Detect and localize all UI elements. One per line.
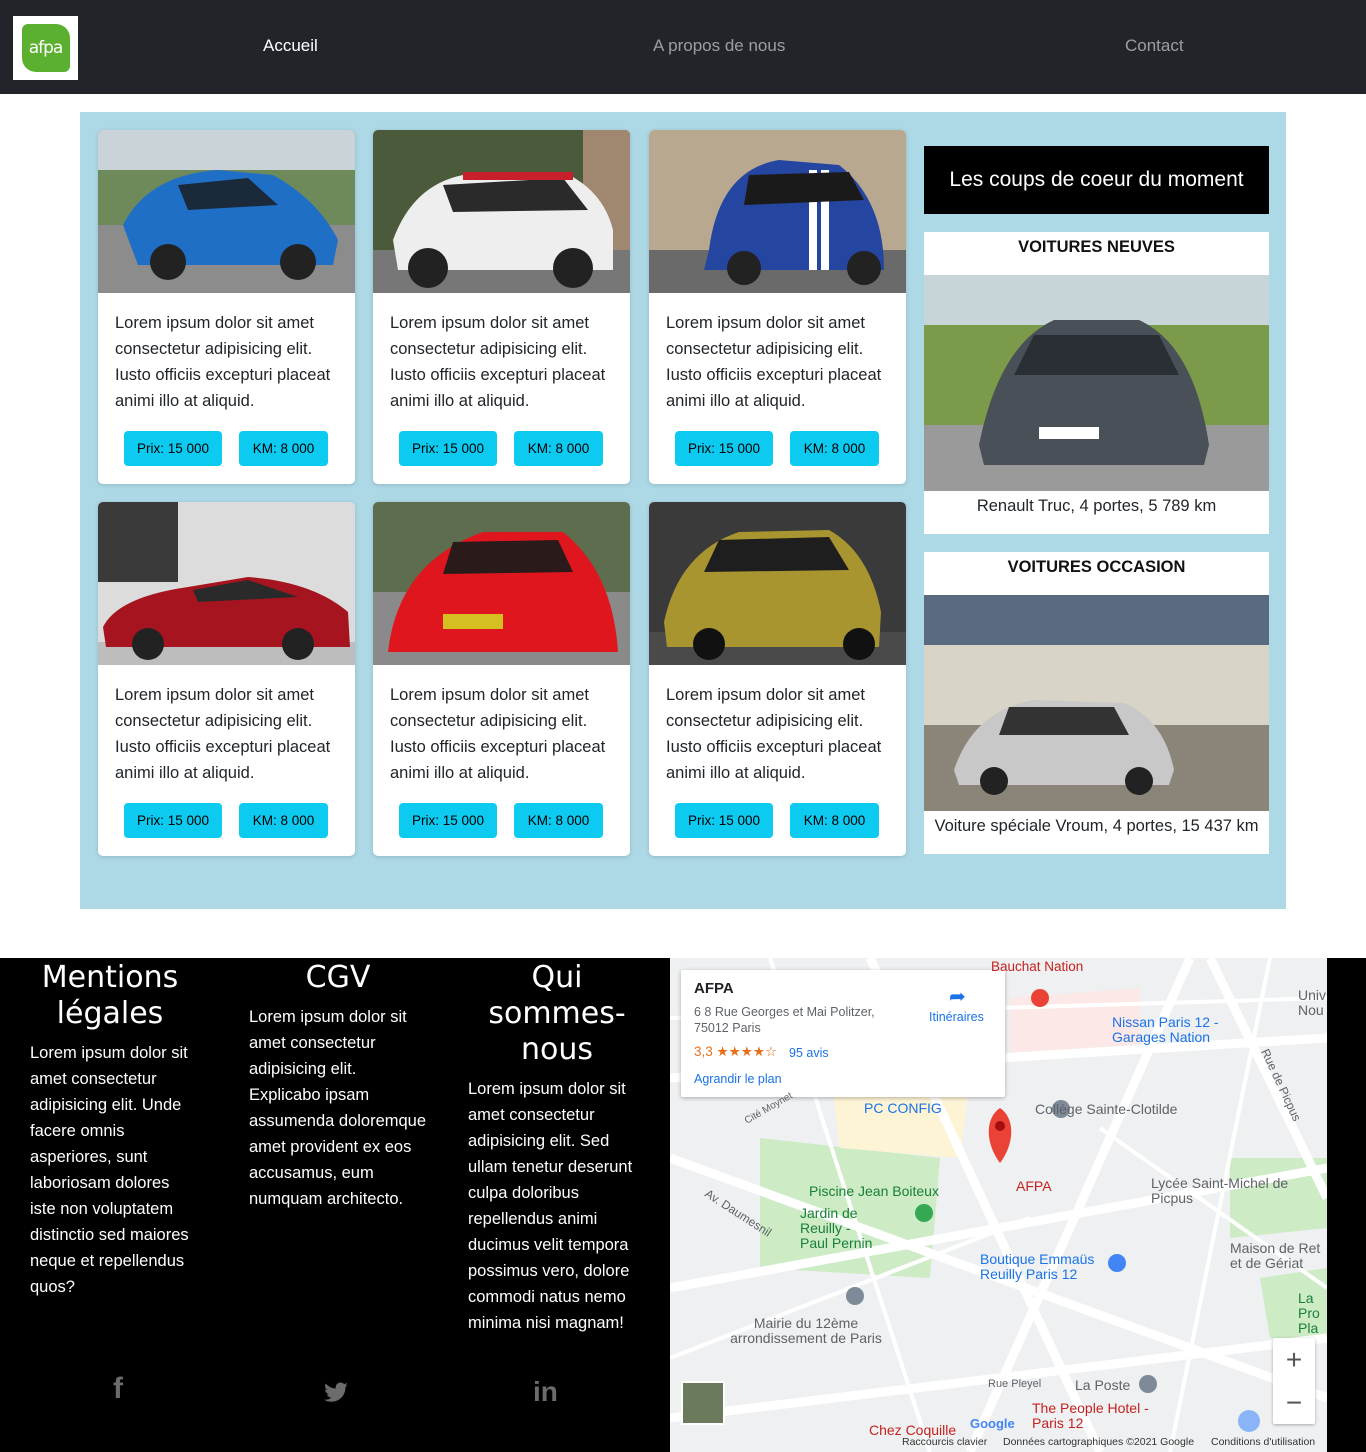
- map-label: Univ Nou: [1298, 987, 1327, 1018]
- map-label: Jardin de Reuilly - Paul Pernin: [800, 1205, 873, 1251]
- map-place-name: AFPA: [694, 980, 734, 997]
- google-map[interactable]: AFPA 6 8 Rue Georges et Mai Politzer, 75…: [670, 958, 1327, 1452]
- km-button[interactable]: KM: 8 000: [239, 803, 328, 838]
- price-button[interactable]: Prix: 15 000: [124, 431, 222, 466]
- map-label: Lycée Saint-Michel de Picpus: [1151, 1175, 1289, 1206]
- map-label: Piscine Jean Boiteux: [809, 1183, 939, 1199]
- linkedin-icon[interactable]: in: [533, 1376, 558, 1408]
- nav-link-contact[interactable]: Contact: [1125, 36, 1184, 56]
- map-label: La Poste: [1075, 1377, 1131, 1393]
- car-card: Lorem ipsum dolor sit amet consectetur a…: [98, 502, 355, 856]
- map-rating: 3,3 ★★★★☆: [694, 1044, 778, 1059]
- footer-title-mentions: Mentions légales: [41, 960, 179, 1031]
- km-button[interactable]: KM: 8 000: [239, 431, 328, 466]
- km-button[interactable]: KM: 8 000: [790, 431, 879, 466]
- footer-col-cgv: CGV Lorem ipsum dolor sit amet consectet…: [249, 960, 427, 1212]
- used-cars-heading: VOITURES OCCASION: [1007, 558, 1186, 576]
- map-street-label: Rue Pleyel: [988, 1378, 1042, 1390]
- directions-icon[interactable]: ➦: [949, 984, 966, 1009]
- car-image-white-citroen: [373, 130, 630, 293]
- map-label: AFPA: [1016, 1178, 1052, 1194]
- car-description: Lorem ipsum dolor sit amet consectetur a…: [666, 686, 882, 782]
- map-place-address: 6 8 Rue Georges et Mai Politzer, 75012 P…: [694, 1005, 875, 1035]
- navbar: afpa Accueil A propos de nous Contact: [0, 0, 1366, 94]
- map-place-card: AFPA 6 8 Rue Georges et Mai Politzer, 75…: [681, 970, 1005, 1097]
- car-image-yellow-toyota: [649, 502, 906, 665]
- price-button[interactable]: Prix: 15 000: [124, 803, 222, 838]
- car-description: Lorem ipsum dolor sit amet consectetur a…: [390, 686, 606, 782]
- footer-title-cgv: CGV: [305, 960, 371, 995]
- price-button[interactable]: Prix: 15 000: [675, 803, 773, 838]
- car-description: Lorem ipsum dolor sit amet consectetur a…: [115, 314, 331, 410]
- map-label: PC CONFIG: [864, 1100, 942, 1116]
- price-button[interactable]: Prix: 15 000: [675, 431, 773, 466]
- afpa-logo-icon: afpa: [21, 24, 70, 72]
- google-logo: Google: [970, 1416, 1015, 1431]
- footer-col-mentions: Mentions légales Lorem ipsum dolor sit a…: [30, 960, 190, 1300]
- map-label: Mairie du 12ème arrondissement de Paris: [730, 1315, 882, 1346]
- car-description: Lorem ipsum dolor sit amet consectetur a…: [666, 314, 882, 410]
- used-car-caption: Voiture spéciale Vroum, 4 portes, 15 437…: [934, 817, 1259, 835]
- footer-title-qui-sommes-nous: Qui sommes-nous: [488, 960, 626, 1067]
- car-image-red-citroen: [98, 502, 355, 665]
- nav-link-accueil[interactable]: Accueil: [263, 36, 318, 56]
- used-car-image[interactable]: [924, 595, 1269, 811]
- map-label: Bauchat Nation: [991, 959, 1084, 974]
- map-zoom-control: + −: [1273, 1338, 1315, 1424]
- zoom-out-button[interactable]: −: [1273, 1381, 1315, 1424]
- map-enlarge-link[interactable]: Agrandir le plan: [694, 1072, 782, 1086]
- map-label: La Pro Pla: [1298, 1290, 1320, 1336]
- star-icons: ★★★★☆: [716, 1044, 778, 1059]
- used-cars-box: VOITURES OCCASION Voiture spéciale Vroum…: [924, 552, 1269, 854]
- footer-text-mentions: Lorem ipsum dolor sit amet consectetur a…: [30, 1044, 189, 1296]
- car-description: Lorem ipsum dolor sit amet consectetur a…: [390, 314, 606, 410]
- map-label: The People Hotel - Paris 12: [1032, 1400, 1149, 1431]
- featured-title: Les coups de coeur du moment: [924, 146, 1269, 214]
- car-image-blue-renault-clio: [649, 130, 906, 293]
- footer-col-qui-sommes-nous: Qui sommes-nous Lorem ipsum dolor sit am…: [468, 960, 646, 1336]
- car-card: Lorem ipsum dolor sit amet consectetur a…: [373, 130, 630, 484]
- terms-link[interactable]: Conditions d'utilisation: [1211, 1436, 1315, 1448]
- zoom-in-button[interactable]: +: [1273, 1338, 1315, 1381]
- km-button[interactable]: KM: 8 000: [514, 431, 603, 466]
- footer-text-qui-sommes-nous: Lorem ipsum dolor sit amet consectetur a…: [468, 1080, 633, 1332]
- km-button[interactable]: KM: 8 000: [514, 803, 603, 838]
- new-cars-box: VOITURES NEUVES Renault Truc, 4 portes, …: [924, 232, 1269, 534]
- car-card: Lorem ipsum dolor sit amet consectetur a…: [649, 502, 906, 856]
- price-button[interactable]: Prix: 15 000: [399, 803, 497, 838]
- map-reviews-link[interactable]: 95 avis: [789, 1046, 829, 1060]
- km-button[interactable]: KM: 8 000: [790, 803, 879, 838]
- car-card: Lorem ipsum dolor sit amet consectetur a…: [98, 130, 355, 484]
- car-image-blue-peugeot: [98, 130, 355, 293]
- map-label: Maison de Ret et de Gériat: [1230, 1240, 1321, 1271]
- facebook-icon[interactable]: f: [113, 1372, 123, 1406]
- nav-link-a-propos[interactable]: A propos de nous: [653, 36, 785, 56]
- twitter-icon[interactable]: [322, 1380, 350, 1406]
- keyboard-shortcuts-link[interactable]: Raccourcis clavier: [902, 1436, 987, 1448]
- map-label: Boutique Emmaüs Reuilly Paris 12: [980, 1251, 1095, 1282]
- price-button[interactable]: Prix: 15 000: [399, 431, 497, 466]
- afpa-logo[interactable]: afpa: [13, 16, 78, 80]
- map-data-text: Données cartographiques ©2021 Google: [1003, 1436, 1195, 1448]
- map-label: Nissan Paris 12 - Garages Nation: [1112, 1014, 1219, 1045]
- footer-text-cgv: Lorem ipsum dolor sit amet consectetur a…: [249, 1008, 427, 1208]
- new-cars-heading: VOITURES NEUVES: [1018, 238, 1175, 256]
- new-car-image[interactable]: [924, 275, 1269, 491]
- car-image-red-ferrari: [373, 502, 630, 665]
- map-attribution: Google Raccourcis clavier Données cartog…: [670, 1416, 1327, 1452]
- car-card: Lorem ipsum dolor sit amet consectetur a…: [373, 502, 630, 856]
- map-directions-link[interactable]: Itinéraires: [929, 1010, 984, 1024]
- new-car-caption: Renault Truc, 4 portes, 5 789 km: [976, 497, 1217, 515]
- map-label: Collège Sainte-Clotilde: [1035, 1101, 1178, 1117]
- car-card: Lorem ipsum dolor sit amet consectetur a…: [649, 130, 906, 484]
- car-description: Lorem ipsum dolor sit amet consectetur a…: [115, 686, 331, 782]
